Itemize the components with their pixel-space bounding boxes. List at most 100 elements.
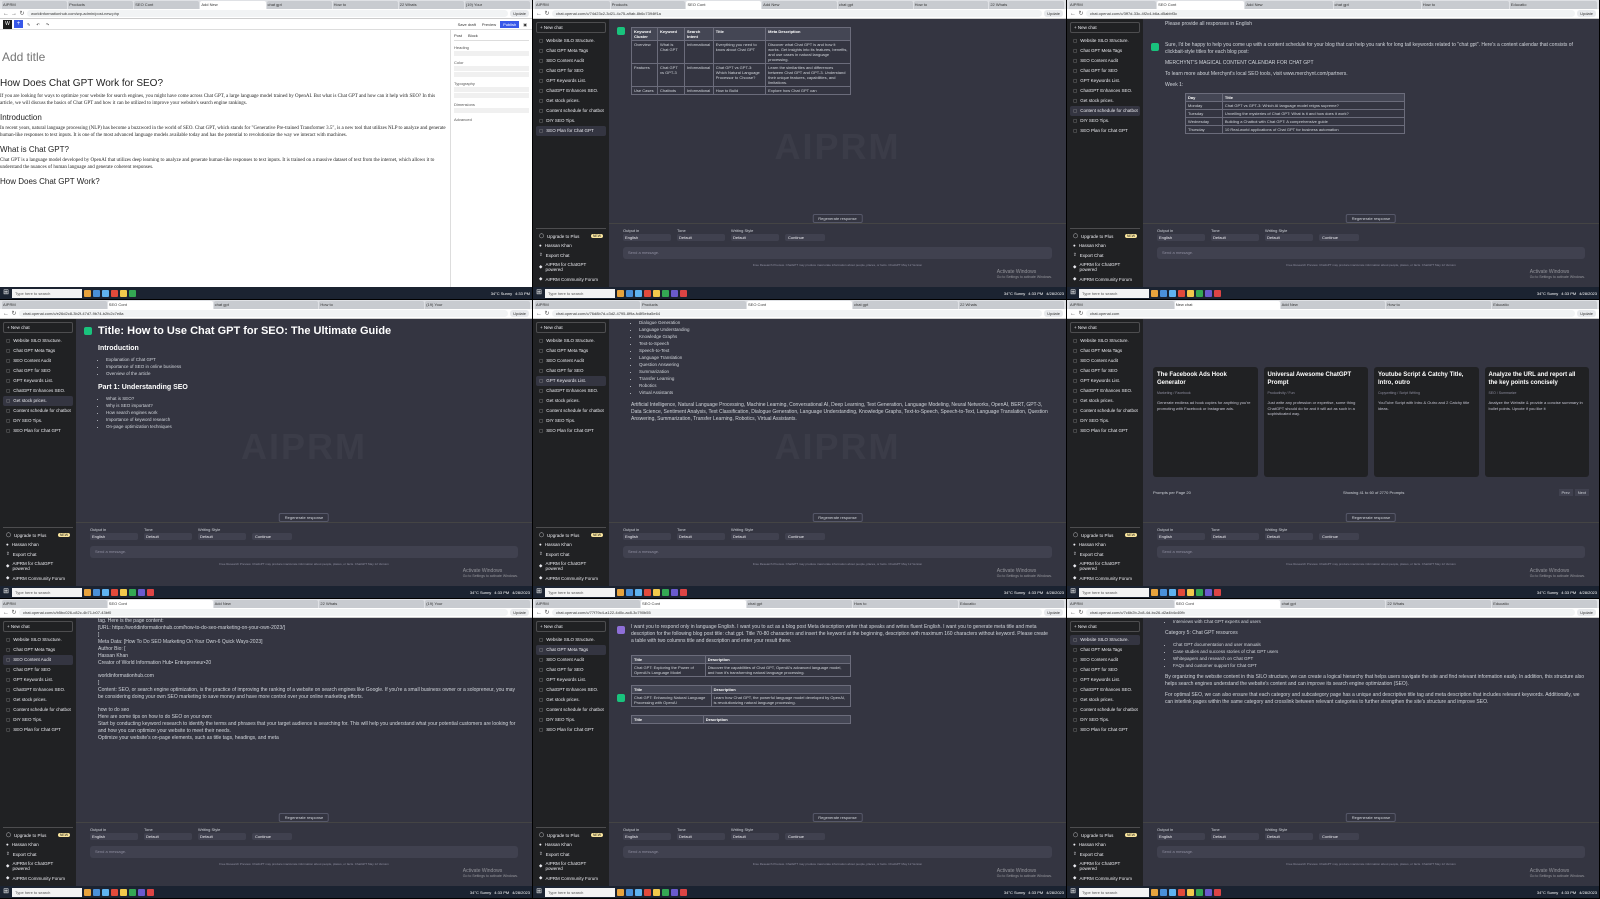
taskbar-app-icon[interactable] — [635, 888, 642, 896]
taskbar-app-icon[interactable] — [84, 289, 91, 297]
windows-start-icon[interactable]: ⊞ — [1069, 588, 1077, 596]
heading-how[interactable]: How Does Chat GPT Work? — [0, 177, 450, 186]
message-input[interactable]: Send a message. — [90, 846, 518, 858]
taskbar-app-icon[interactable] — [1169, 289, 1176, 297]
user-menu[interactable]: ● Hassan Khan — [1070, 540, 1140, 549]
browser-tab[interactable]: (19) Your — [425, 301, 530, 309]
url-input[interactable]: chat.openai.com/c/77f79c4-a122-4d0c-ac8-… — [552, 609, 1043, 616]
user-menu[interactable]: ● Hassan Khan — [536, 840, 606, 849]
url-input[interactable]: chat.openai.com/c/7c6b2b-2c8-4d-bc26-d2a… — [1086, 609, 1576, 616]
writing-style-select[interactable]: Default — [198, 833, 246, 840]
settings-icon[interactable]: ▣ — [521, 21, 529, 28]
writing-style-select[interactable]: Default — [731, 833, 779, 840]
taskbar-app-icon[interactable] — [120, 888, 127, 896]
reload-icon[interactable]: ↻ — [19, 10, 25, 17]
taskbar-app-icon[interactable] — [84, 588, 91, 596]
wordpress-logo-icon[interactable]: W — [3, 19, 12, 29]
regenerate-button[interactable]: Regenerate response — [1345, 813, 1397, 822]
weather-label[interactable]: 34°C Sunny — [1537, 590, 1558, 595]
conversation-item[interactable]: ▢ Website SILO Structure. — [536, 336, 606, 346]
taskbar-app-icon[interactable] — [93, 289, 100, 297]
community-link[interactable]: ◆ AIPRM Community Forum — [1070, 873, 1140, 883]
back-icon[interactable]: ← — [3, 11, 9, 17]
weather-label[interactable]: 34°C Sunny — [470, 590, 491, 595]
post-title-input[interactable]: Add title — [2, 50, 450, 64]
conversation-item[interactable]: ▢ GPT Keywords List. — [536, 376, 606, 386]
taskbar-app-icon[interactable] — [1187, 289, 1194, 297]
conversation-item[interactable]: ▢ GPT Keywords List. — [1070, 376, 1140, 386]
browser-tab[interactable]: AIPRM — [535, 1, 610, 9]
publish-button[interactable]: Publish — [500, 20, 520, 28]
browser-tab[interactable]: chat gpt — [1280, 600, 1386, 608]
browser-tab[interactable]: Add New — [762, 1, 837, 9]
regenerate-button[interactable]: Regenerate response — [812, 214, 863, 223]
prev-button[interactable]: Prev — [1558, 489, 1573, 496]
url-input[interactable]: chat.openai.com/c/b5bc026-c82c-4b71-b07-… — [19, 609, 509, 616]
update-button[interactable]: Update — [510, 310, 529, 317]
community-link[interactable]: ◆ AIPRM Community Forum — [1070, 274, 1140, 284]
back-icon[interactable]: ← — [3, 610, 9, 616]
conversation-item[interactable]: ▢ GPT Keywords List. — [1070, 76, 1140, 86]
weather-label[interactable]: 34°C Sunny — [1004, 890, 1025, 895]
browser-tab-active[interactable]: SEO Cont — [107, 301, 213, 309]
taskbar-app-icon[interactable] — [635, 289, 642, 297]
aiprm-powered-link[interactable]: ◆ AIPRM for ChatGPT powered — [1070, 859, 1140, 873]
setting-field[interactable] — [454, 93, 529, 98]
weather-label[interactable]: 34°C Sunny — [1537, 291, 1558, 296]
browser-tab[interactable]: AIPRM — [2, 600, 107, 608]
export-chat-button[interactable]: ⇪ Export Chat — [536, 250, 606, 260]
browser-tab[interactable]: Educatio — [1492, 600, 1597, 608]
taskbar-search-input[interactable]: Type here to search — [1079, 288, 1149, 298]
next-button[interactable]: Next — [1574, 489, 1589, 496]
conversation-item[interactable]: ▢ SEO Content Audit — [1070, 56, 1140, 66]
taskbar-app-icon[interactable] — [147, 888, 154, 896]
setting-field[interactable] — [454, 87, 529, 92]
upgrade-button[interactable]: ◯ Upgrade to Plus NEW — [1070, 231, 1140, 241]
aiprm-powered-link[interactable]: ◆ AIPRM for ChatGPT powered — [3, 559, 73, 573]
conversation-item[interactable]: ▢ DIY SEO Tips. — [536, 416, 606, 426]
user-menu[interactable]: ● Hassan Khan — [1070, 241, 1140, 250]
output-language-select[interactable]: English — [623, 234, 671, 241]
conversation-item[interactable]: ▢ GPT Keywords List. — [536, 675, 606, 685]
paragraph[interactable]: If you are looking for ways to optimize … — [0, 93, 450, 107]
output-language-select[interactable]: English — [1157, 533, 1205, 540]
browser-tab[interactable]: Products — [610, 1, 686, 9]
date[interactable]: 4/28/2023 — [1046, 890, 1064, 895]
regenerate-button[interactable]: Regenerate response — [1345, 513, 1397, 522]
new-chat-button[interactable]: + New chat — [3, 322, 73, 333]
per-page-select[interactable]: 20 — [1186, 490, 1190, 495]
upgrade-button[interactable]: ◯ Upgrade to Plus NEW — [1070, 830, 1140, 840]
back-icon[interactable]: ← — [536, 610, 542, 616]
taskbar-app-icon[interactable] — [1169, 888, 1176, 896]
conversation-item[interactable]: ▢ SEO Content Audit — [1070, 356, 1140, 366]
clock[interactable]: 4:33 PM — [494, 590, 509, 595]
taskbar-app-icon[interactable] — [1160, 888, 1167, 896]
reload-icon[interactable]: ↻ — [11, 310, 17, 317]
browser-tab-active[interactable]: SEO Cont — [1174, 600, 1280, 608]
weather-label[interactable]: 34°C Sunny — [491, 291, 512, 296]
conversation-item[interactable]: ▢ SEO Content Audit — [536, 356, 606, 366]
conversation-item[interactable]: ▢ Get stock prices. — [1070, 396, 1140, 406]
conversation-item[interactable]: ▢ Website SILO Structure. — [536, 635, 606, 645]
community-link[interactable]: ◆ AIPRM Community Forum — [1070, 573, 1140, 583]
reload-icon[interactable]: ↻ — [1078, 609, 1084, 616]
taskbar-app-icon[interactable] — [84, 888, 91, 896]
browser-tab[interactable]: chat gpt — [1333, 1, 1421, 9]
browser-tab[interactable]: AIPRM — [1069, 1, 1157, 9]
message-input[interactable]: Send a message. — [623, 247, 1052, 259]
browser-tab[interactable]: AIPRM — [1069, 301, 1174, 309]
update-button[interactable]: Update — [1577, 10, 1596, 17]
conversation-item[interactable]: ▢ SEO Content Audit — [3, 655, 73, 665]
taskbar-app-icon[interactable] — [1214, 289, 1221, 297]
continue-button[interactable]: Continue — [252, 533, 292, 540]
taskbar-app-icon[interactable] — [1196, 289, 1203, 297]
back-icon[interactable]: ← — [536, 311, 542, 317]
taskbar-search-input[interactable]: Type here to search — [545, 887, 615, 897]
taskbar-app-icon[interactable] — [138, 888, 145, 896]
conversation-item[interactable]: ▢ Content schedule for chatbot — [3, 406, 73, 416]
writing-style-select[interactable]: Default — [198, 533, 246, 540]
browser-tab[interactable]: chat gpt — [213, 301, 319, 309]
conversation-item[interactable]: ▢ Chat GPT for SEO — [1070, 665, 1140, 675]
back-icon[interactable]: ← — [536, 11, 542, 17]
url-input[interactable]: chat.openai.com/c/74d23c2-3d21-4c75-a9ab… — [552, 10, 1043, 17]
